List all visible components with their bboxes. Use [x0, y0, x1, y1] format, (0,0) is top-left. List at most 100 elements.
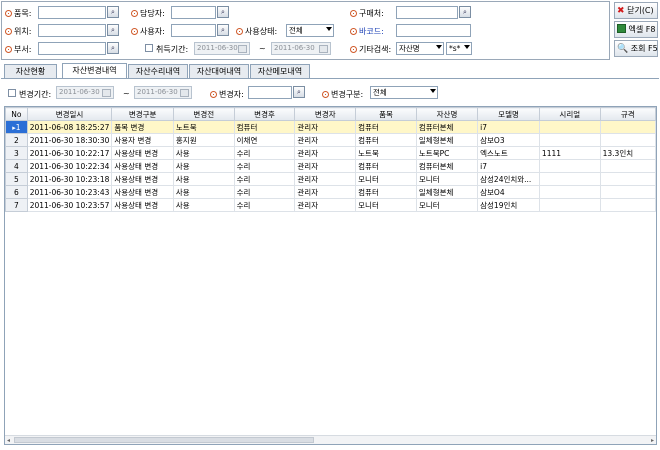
- table-cell[interactable]: i7: [477, 159, 540, 173]
- table-cell[interactable]: 모니터: [355, 198, 417, 212]
- dept-lookup-icon[interactable]: ⌕: [107, 42, 119, 54]
- column-header[interactable]: 변경자: [294, 107, 357, 121]
- table-cell[interactable]: 2011-06-30 10:23:43: [26, 185, 113, 199]
- table-row[interactable]: 4 2011-06-30 10:22:34 사용상태 변경 사용 수리 관리자 컴퓨터 컴퓨터…: [5, 159, 656, 173]
- table-cell[interactable]: 관리자: [294, 185, 357, 199]
- tab-asset-memos[interactable]: 자산메모내역: [250, 64, 310, 78]
- user-lookup-icon[interactable]: ⌕: [217, 24, 229, 36]
- table-cell[interactable]: 노트북: [355, 146, 417, 160]
- table-cell[interactable]: [599, 120, 656, 134]
- column-header[interactable]: 모델명: [477, 107, 540, 121]
- row-number-cell[interactable]: 2: [5, 133, 28, 147]
- table-cell[interactable]: 관리자: [294, 146, 357, 160]
- table-cell[interactable]: 삼성19인치: [477, 198, 540, 212]
- table-cell[interactable]: 컴퓨터: [355, 133, 417, 147]
- table-cell[interactable]: 컴퓨터: [355, 185, 417, 199]
- table-cell[interactable]: i7: [477, 120, 540, 134]
- table-cell[interactable]: 컴퓨터: [355, 159, 417, 173]
- user-input[interactable]: [171, 24, 216, 37]
- table-cell[interactable]: 일체형본체: [415, 133, 479, 147]
- status-select[interactable]: 전체: [286, 24, 334, 37]
- table-row[interactable]: 2 2011-06-30 18:30:30 사용자 변경 홍지원 이채연 관리자 컴퓨터 일체…: [5, 133, 656, 147]
- acquire-period-checkbox[interactable]: [145, 44, 153, 52]
- buyer-lookup-icon[interactable]: ⌕: [459, 6, 471, 18]
- table-cell[interactable]: 컴퓨터본체: [415, 120, 479, 134]
- table-cell[interactable]: [599, 198, 656, 212]
- scroll-right-icon[interactable]: ▸: [651, 437, 654, 444]
- table-cell[interactable]: 2011-06-30 10:23:57: [26, 198, 113, 212]
- table-cell[interactable]: [538, 159, 601, 173]
- item-input[interactable]: [38, 6, 106, 19]
- table-cell[interactable]: 모니터: [355, 172, 417, 186]
- tab-asset-repairs[interactable]: 자산수리내역: [128, 64, 188, 78]
- table-cell[interactable]: 관리자: [294, 133, 357, 147]
- location-input[interactable]: [38, 24, 106, 37]
- table-cell[interactable]: [599, 172, 656, 186]
- column-header[interactable]: 시리얼: [538, 107, 601, 121]
- table-cell[interactable]: 사용상태 변경: [111, 172, 174, 186]
- calendar-icon[interactable]: [319, 45, 328, 53]
- other-search-value-select[interactable]: *s*: [446, 42, 472, 55]
- column-header[interactable]: 변경구분: [111, 107, 174, 121]
- change-to-date[interactable]: 2011-06-30: [134, 86, 192, 99]
- table-cell[interactable]: 홍지원: [172, 133, 235, 147]
- scrollbar-thumb[interactable]: [14, 437, 314, 443]
- item-lookup-icon[interactable]: ⌕: [107, 6, 119, 18]
- table-cell[interactable]: 사용상태 변경: [111, 159, 174, 173]
- acquire-from-date[interactable]: 2011-06-30: [194, 42, 250, 55]
- table-cell[interactable]: 2011-06-08 18:25:27: [26, 120, 113, 134]
- acquire-to-date[interactable]: 2011-06-30: [271, 42, 331, 55]
- calendar-icon[interactable]: [102, 89, 111, 97]
- dept-input[interactable]: [38, 42, 106, 55]
- table-cell[interactable]: 수리: [233, 172, 296, 186]
- table-cell[interactable]: 2011-06-30 10:22:34: [26, 159, 113, 173]
- change-from-date[interactable]: 2011-06-30: [56, 86, 114, 99]
- column-header[interactable]: 변경일시: [26, 107, 113, 121]
- table-cell[interactable]: [599, 185, 656, 199]
- table-cell[interactable]: 2011-06-30 18:30:30: [26, 133, 113, 147]
- table-cell[interactable]: 노트북: [172, 120, 235, 134]
- table-cell[interactable]: 품목 변경: [111, 120, 174, 134]
- search-button[interactable]: 🔍 조회 F5: [614, 40, 658, 57]
- table-cell[interactable]: 모니터: [415, 198, 479, 212]
- column-header[interactable]: 자산명: [415, 107, 479, 121]
- row-number-cell[interactable]: 5: [5, 172, 28, 186]
- table-cell[interactable]: 삼보O3: [477, 133, 540, 147]
- table-cell[interactable]: 삼성24인치와...: [477, 172, 540, 186]
- table-row[interactable]: 6 2011-06-30 10:23:43 사용상태 변경 사용 수리 관리자 컴퓨터 일체형…: [5, 185, 656, 199]
- table-cell[interactable]: [599, 133, 656, 147]
- table-cell[interactable]: 컴퓨터본체: [415, 159, 479, 173]
- table-row[interactable]: 5 2011-06-30 10:23:18 사용상태 변경 사용 수리 관리자 모니터 모니터…: [5, 172, 656, 186]
- table-cell[interactable]: 컴퓨터: [233, 120, 296, 134]
- table-cell[interactable]: 삼보O4: [477, 185, 540, 199]
- table-cell[interactable]: 사용: [172, 172, 235, 186]
- table-cell[interactable]: 엑스노트: [477, 146, 540, 160]
- close-button[interactable]: ✖ 닫기(C): [614, 2, 658, 19]
- excel-button[interactable]: 엑셀 F8: [614, 21, 658, 38]
- changer-input[interactable]: [248, 86, 292, 99]
- calendar-icon[interactable]: [180, 89, 189, 97]
- table-cell[interactable]: 사용: [172, 185, 235, 199]
- horizontal-scrollbar[interactable]: ◂ ▸: [5, 435, 656, 444]
- table-row[interactable]: ▸1 2011-06-08 18:25:27 품목 변경 노트북 컴퓨터 관리자 컴퓨터 컴퓨…: [5, 120, 656, 134]
- location-lookup-icon[interactable]: ⌕: [107, 24, 119, 36]
- table-row[interactable]: 3 2011-06-30 10:22:17 사용상태 변경 사용 수리 관리자 노트북 노트북…: [5, 146, 656, 160]
- table-cell[interactable]: 수리: [233, 198, 296, 212]
- change-period-checkbox[interactable]: [8, 89, 16, 97]
- table-cell[interactable]: 컴퓨터: [355, 120, 417, 134]
- changer-lookup-icon[interactable]: ⌕: [293, 86, 305, 98]
- table-cell[interactable]: 사용: [172, 198, 235, 212]
- table-cell[interactable]: 관리자: [294, 198, 357, 212]
- column-header[interactable]: 품목: [355, 107, 417, 121]
- tab-asset-changes[interactable]: 자산변경내역: [62, 63, 127, 78]
- tab-asset-status[interactable]: 자산현황: [4, 64, 57, 78]
- buyer-input[interactable]: [396, 6, 458, 19]
- column-header[interactable]: 규격: [599, 107, 656, 121]
- change-type-select[interactable]: 전체: [370, 86, 438, 99]
- table-cell[interactable]: [538, 185, 601, 199]
- scroll-left-icon[interactable]: ◂: [7, 437, 10, 444]
- other-search-field-select[interactable]: 자산명: [396, 42, 444, 55]
- table-cell[interactable]: 사용: [172, 159, 235, 173]
- column-header[interactable]: No: [5, 107, 28, 121]
- column-header[interactable]: 변경전: [172, 107, 235, 121]
